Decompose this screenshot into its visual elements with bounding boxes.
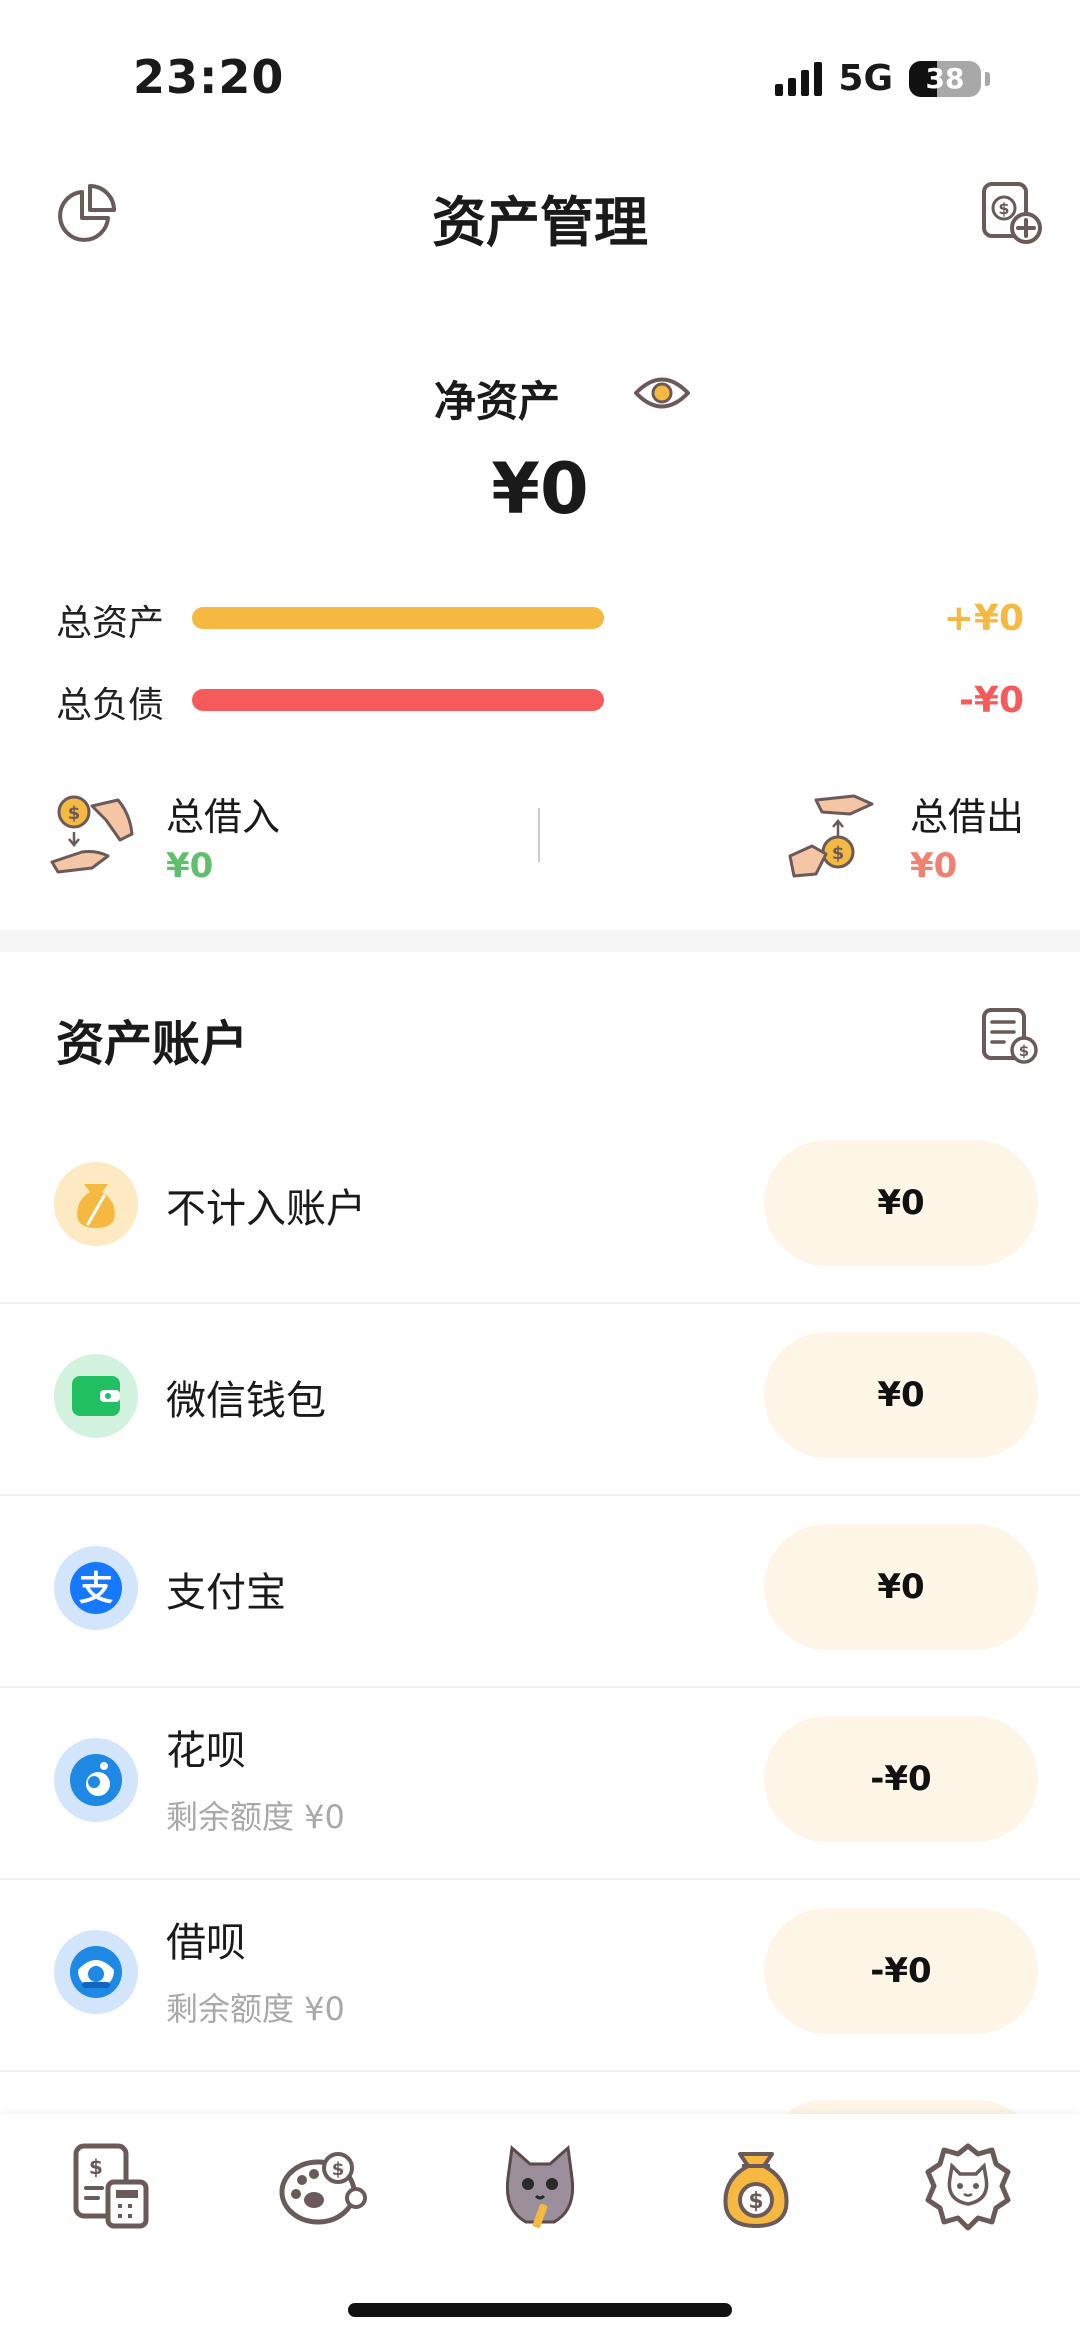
svg-text:$: $	[68, 803, 81, 824]
status-time: 23:20	[133, 50, 285, 104]
account-list-icon[interactable]: $	[980, 1006, 1040, 1066]
money-bag-icon[interactable]: $	[706, 2138, 806, 2238]
alipay-icon: 支	[54, 1546, 138, 1630]
account-row-huabei[interactable]: 花呗 剩余额度 ¥0 -¥0	[0, 1686, 1080, 1880]
account-name: 借呗	[166, 1920, 246, 1966]
account-name: 微信钱包	[166, 1378, 326, 1424]
jiebei-icon	[54, 1930, 138, 2014]
total-assets-bar	[192, 607, 604, 629]
account-row-alipay[interactable]: 支 支付宝 ¥0	[0, 1494, 1080, 1688]
account-amount[interactable]: ¥0	[764, 1524, 1038, 1650]
svg-text:支: 支	[79, 1569, 113, 1609]
total-liabilities-label: 总负债	[56, 685, 165, 726]
bill-calculator-icon[interactable]: $	[62, 2138, 162, 2238]
lend-out-icon: $	[786, 790, 878, 882]
net-assets-label-text: 净资产	[433, 377, 560, 426]
battery-icon: 38	[909, 60, 981, 97]
account-remaining-credit: 剩余额度 ¥0	[166, 1798, 345, 1836]
svg-text:$: $	[1019, 1042, 1029, 1060]
signal-icon	[775, 61, 823, 96]
total-assets-label: 总资产	[56, 603, 165, 644]
account-amount[interactable]: -¥0	[764, 1908, 1038, 2034]
svg-text:$: $	[89, 2155, 103, 2179]
account-name: 不计入账户	[166, 1186, 366, 1232]
section-separator	[0, 930, 1080, 952]
borrowed-label: 总借入	[166, 795, 281, 839]
total-assets-value: +¥0	[943, 598, 1024, 639]
borrow-in-icon: $	[48, 790, 140, 882]
svg-text:$: $	[832, 843, 845, 864]
account-name: 支付宝	[166, 1570, 286, 1616]
eye-icon[interactable]	[632, 368, 692, 418]
account-remaining-credit: 剩余额度 ¥0	[166, 1990, 345, 2028]
account-row-not-counted[interactable]: 不计入账户 ¥0	[0, 1110, 1080, 1304]
add-asset-icon[interactable]: $	[978, 180, 1046, 248]
borrowed-value: ¥0	[166, 846, 214, 886]
lent-label: 总借出	[910, 795, 1025, 839]
total-liabilities-bar	[192, 689, 604, 711]
svg-text:$: $	[998, 199, 1009, 218]
divider	[538, 808, 540, 862]
network-type: 5G	[838, 58, 893, 99]
huabei-icon	[54, 1738, 138, 1822]
account-row-jiebei[interactable]: 借呗 剩余额度 ¥0 -¥0	[0, 1878, 1080, 2072]
cat-settings-icon[interactable]	[918, 2138, 1018, 2238]
home-indicator[interactable]	[348, 2303, 732, 2317]
lent-value: ¥0	[910, 846, 958, 886]
money-bag-icon	[54, 1162, 138, 1246]
account-amount[interactable]: ¥0	[764, 1332, 1038, 1458]
battery-level: 38	[925, 62, 965, 95]
net-assets-amount: ¥0	[491, 448, 589, 530]
cat-mascot-icon[interactable]	[490, 2138, 590, 2238]
svg-text:$: $	[332, 2159, 345, 2180]
status-indicators: 5G 38	[775, 58, 990, 99]
total-liabilities-value: -¥0	[958, 680, 1024, 721]
net-assets-label: 净资产	[0, 368, 1080, 429]
page-title: 资产管理	[432, 191, 648, 254]
account-amount[interactable]: ¥0	[764, 1140, 1038, 1266]
accounts-title: 资产账户	[56, 1016, 249, 1072]
wechat-wallet-icon	[54, 1354, 138, 1438]
svg-text:$: $	[748, 2189, 763, 2214]
account-name: 花呗	[166, 1728, 246, 1774]
account-row-wechat[interactable]: 微信钱包 ¥0	[0, 1302, 1080, 1496]
account-amount[interactable]: -¥0	[764, 1716, 1038, 1842]
budget-paw-icon[interactable]: $	[274, 2138, 374, 2238]
